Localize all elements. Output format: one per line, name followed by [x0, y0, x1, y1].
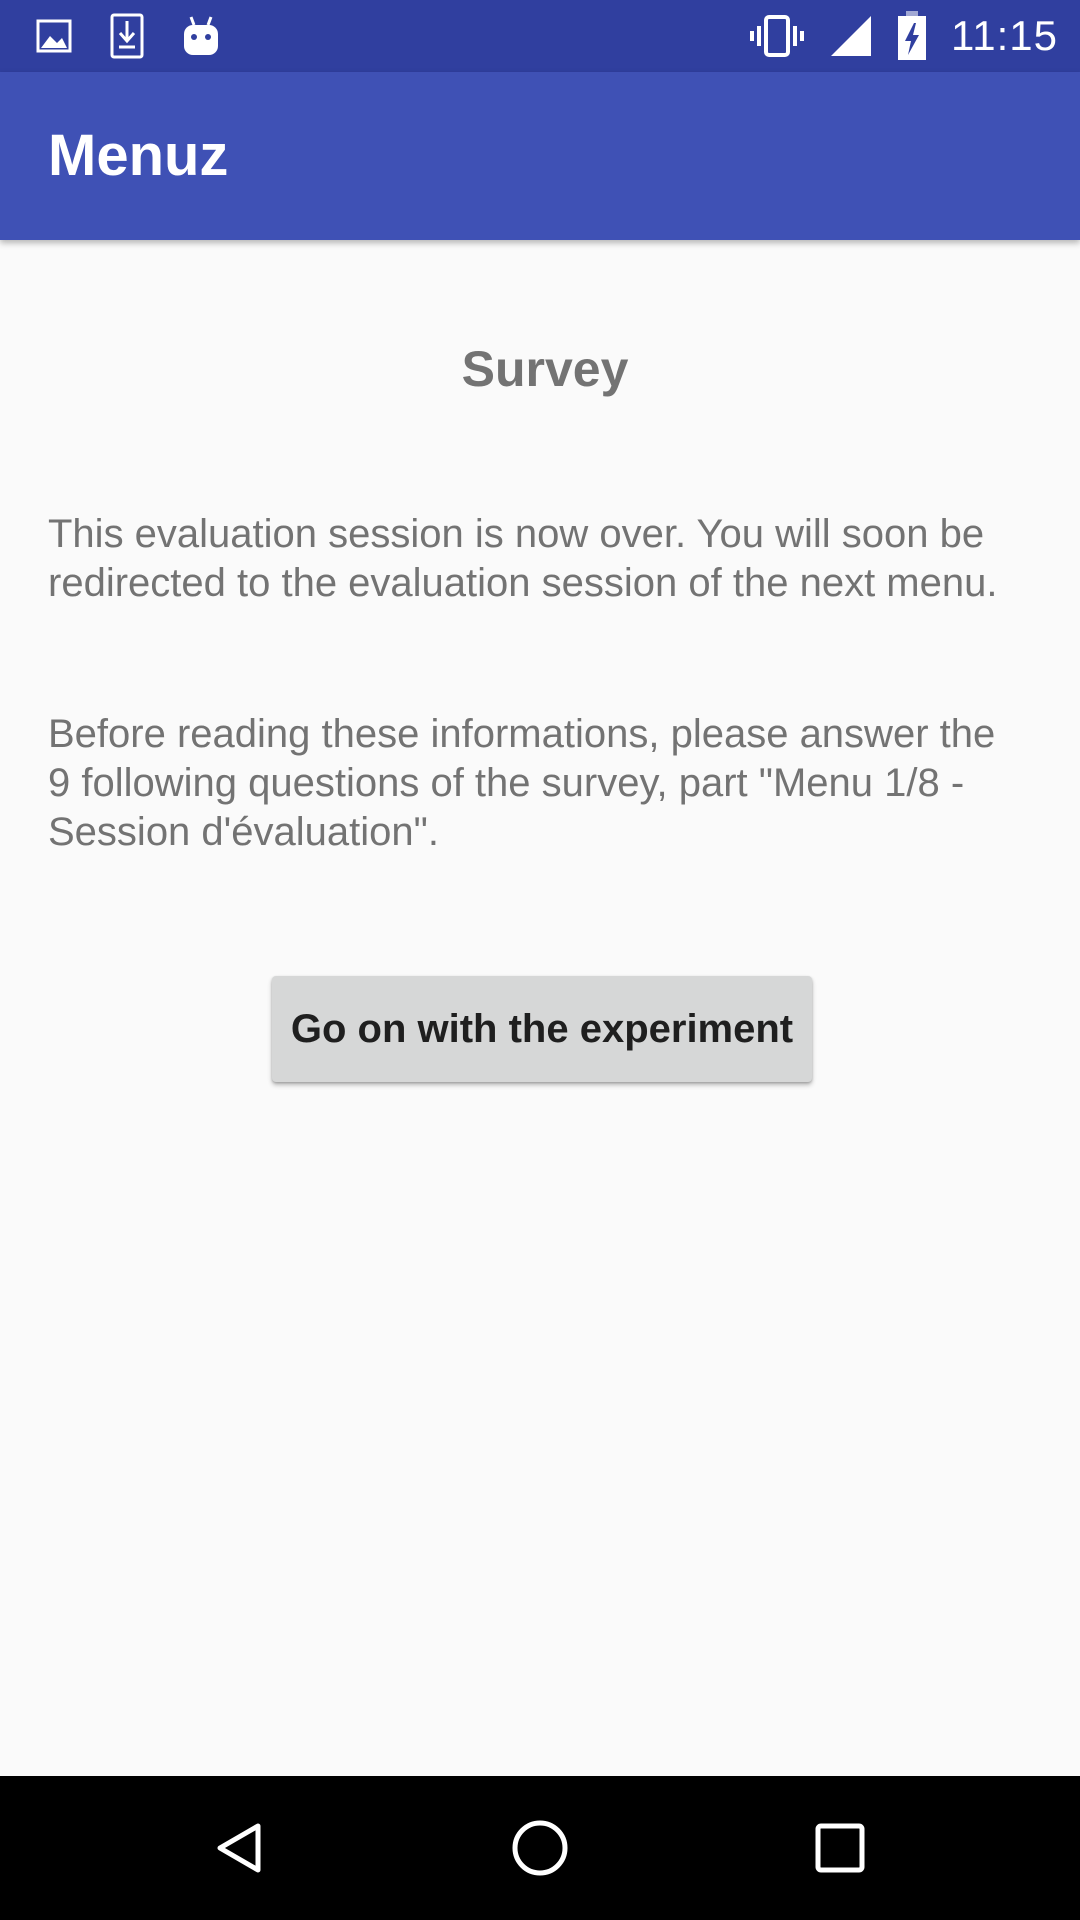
notification-icons [36, 0, 220, 72]
session-over-text: This evaluation session is now over. You… [48, 512, 998, 605]
image-icon [36, 19, 72, 53]
page-title: Survey [461, 341, 629, 397]
app-bar: Menuz [0, 72, 1080, 240]
system-status-icons: 11:15 [749, 0, 1058, 72]
survey-instructions-text: Before reading these informations, pleas… [48, 712, 996, 854]
recents-icon [815, 1823, 865, 1873]
navigation-bar [0, 1776, 1080, 1920]
screen: 11:15 Menuz Survey This evaluation sessi… [0, 0, 1080, 1920]
signal-icon [831, 16, 871, 56]
download-icon [110, 13, 144, 59]
back-icon [217, 1823, 261, 1873]
app-title: Menuz [48, 123, 229, 188]
vibrate-icon [750, 15, 804, 57]
continue-experiment-button[interactable]: Go on with the experiment [272, 976, 812, 1082]
main-content: Survey This evaluation session is now ov… [0, 240, 1080, 1776]
battery-charging-icon [898, 11, 926, 60]
status-bar: 11:15 [0, 0, 1080, 72]
home-button[interactable] [490, 1798, 590, 1898]
recents-button[interactable] [790, 1798, 890, 1898]
android-icon [184, 16, 218, 55]
status-time: 11:15 [951, 12, 1058, 59]
back-button[interactable] [190, 1798, 290, 1898]
home-icon [512, 1820, 568, 1876]
